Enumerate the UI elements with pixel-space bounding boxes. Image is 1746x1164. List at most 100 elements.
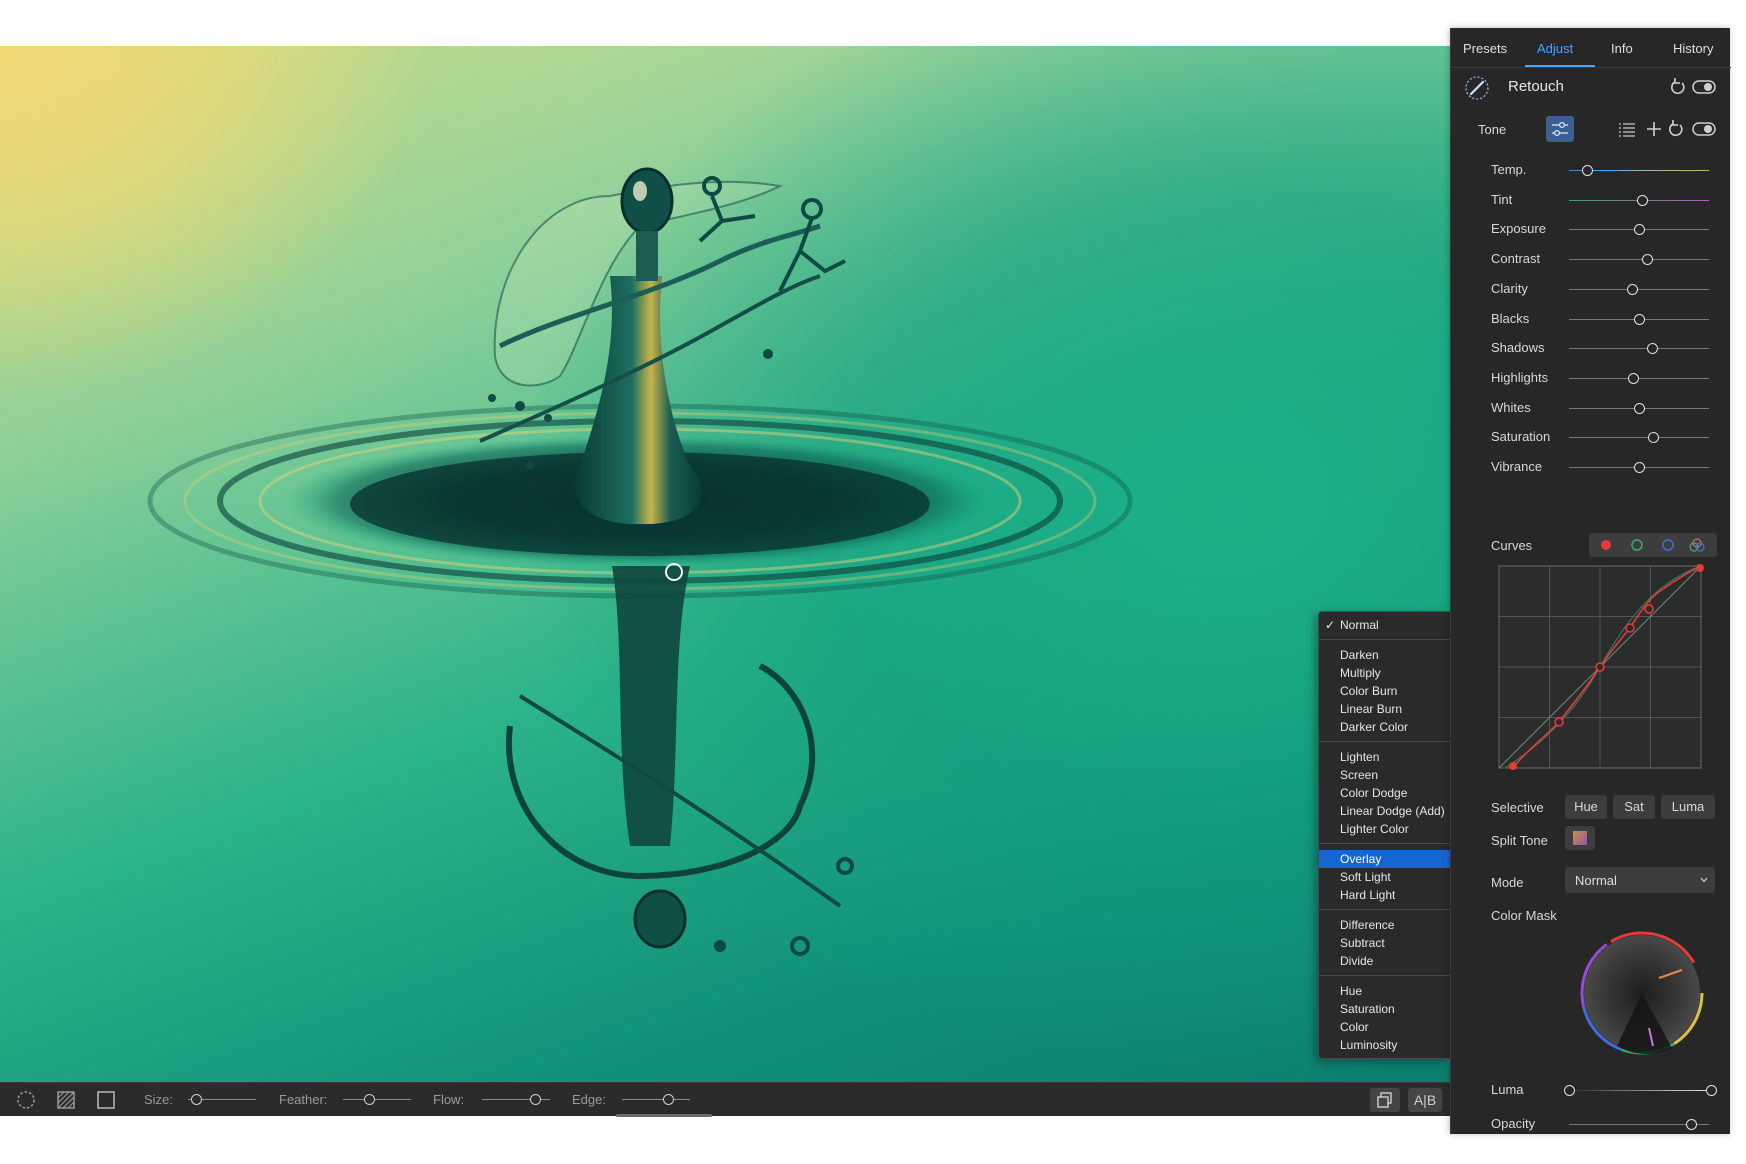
slider-knob[interactable]	[1648, 432, 1659, 443]
blend-mode-item[interactable]: Screen	[1319, 766, 1450, 784]
slider-knob[interactable]	[1642, 254, 1654, 265]
blend-mode-label: Color Burn	[1340, 684, 1398, 698]
blend-mode-item[interactable]: Darker Color	[1319, 718, 1450, 736]
size-slider-knob[interactable]	[191, 1094, 203, 1105]
slider-knob[interactable]	[1627, 284, 1638, 295]
blend-mode-item[interactable]: Overlay	[1319, 850, 1450, 868]
luma-high-knob[interactable]	[1706, 1085, 1717, 1096]
slider-knob[interactable]	[1636, 195, 1648, 206]
mode-select[interactable]: Normal	[1565, 867, 1715, 893]
reset-icon[interactable]	[1667, 76, 1689, 98]
edge-slider[interactable]	[622, 1094, 690, 1105]
slider-knob[interactable]	[1646, 343, 1658, 354]
blend-mode-label: Screen	[1340, 768, 1379, 782]
blend-mode-label: Hard Light	[1340, 888, 1396, 902]
tone-slider[interactable]	[1569, 165, 1709, 176]
tone-slider[interactable]	[1569, 373, 1709, 384]
tone-slider[interactable]	[1569, 254, 1709, 265]
visibility-toggle-icon[interactable]	[1691, 76, 1717, 98]
blend-mode-item[interactable]: Subtract	[1319, 934, 1450, 952]
tab-history[interactable]: History	[1673, 41, 1713, 56]
flow-slider-knob[interactable]	[530, 1094, 542, 1105]
tab-info[interactable]: Info	[1611, 41, 1633, 56]
blend-mode-item[interactable]: Divide	[1319, 952, 1450, 970]
slider-knob[interactable]	[1634, 224, 1645, 235]
overlay-toggle-button[interactable]	[1370, 1088, 1400, 1112]
blend-mode-item[interactable]: Color Burn	[1319, 682, 1450, 700]
section-reset-icon[interactable]	[1665, 118, 1687, 140]
curves-graph[interactable]	[1495, 562, 1705, 772]
selective-sat-button[interactable]: Sat	[1613, 795, 1655, 819]
section-visibility-icon[interactable]	[1691, 118, 1717, 140]
curve-point	[1644, 604, 1654, 614]
compare-button[interactable]: A|B	[1408, 1088, 1442, 1112]
active-tab-indicator	[1525, 65, 1595, 67]
tab-adjust[interactable]: Adjust	[1537, 41, 1573, 56]
feather-slider-knob[interactable]	[363, 1094, 375, 1105]
opacity-knob[interactable]	[1685, 1119, 1697, 1130]
slider-knob[interactable]	[1634, 403, 1645, 414]
luma-range-slider[interactable]	[1564, 1085, 1717, 1096]
menu-separator	[1319, 741, 1450, 742]
tab-presets[interactable]: Presets	[1463, 41, 1507, 56]
blend-mode-item[interactable]: Hard Light	[1319, 886, 1450, 904]
tone-slider[interactable]	[1569, 195, 1709, 206]
selective-hue-button[interactable]: Hue	[1565, 795, 1607, 819]
add-icon[interactable]	[1643, 118, 1665, 140]
tone-slider[interactable]	[1569, 462, 1709, 473]
blend-mode-label: Linear Dodge (Add)	[1340, 804, 1445, 818]
luma-label: Luma	[1491, 1082, 1524, 1097]
luma-low-knob[interactable]	[1564, 1085, 1575, 1096]
flow-slider[interactable]	[482, 1094, 550, 1105]
blend-mode-item[interactable]: ✓ Normal	[1319, 616, 1450, 634]
blend-mode-item[interactable]: Linear Burn	[1319, 700, 1450, 718]
blend-mode-label: Multiply	[1340, 666, 1381, 680]
blend-mode-label: Linear Burn	[1340, 702, 1403, 716]
blue-channel-icon	[1662, 539, 1674, 551]
split-tone-swatch-button[interactable]	[1565, 826, 1595, 850]
slider-knob[interactable]	[1634, 462, 1645, 473]
tone-slider[interactable]	[1569, 224, 1709, 235]
opacity-slider[interactable]	[1569, 1119, 1709, 1130]
blend-mode-label: Color Dodge	[1340, 786, 1408, 800]
square-mask-icon[interactable]	[96, 1090, 116, 1110]
slider-knob[interactable]	[1582, 165, 1594, 176]
blend-mode-item[interactable]: Lighter Color	[1319, 820, 1450, 838]
blend-mode-item[interactable]: Color	[1319, 1018, 1450, 1036]
selective-luma-button[interactable]: Luma	[1661, 795, 1715, 819]
tone-slider[interactable]	[1569, 314, 1709, 325]
slider-knob[interactable]	[1634, 314, 1645, 325]
curve-channel-selector[interactable]	[1589, 533, 1717, 557]
blend-mode-menu[interactable]: ✓ Normal Darken Multiply Color Burn Linear Bu…	[1318, 611, 1450, 1059]
color-mask-wheel[interactable]	[1577, 928, 1707, 1058]
tone-slider[interactable]	[1569, 284, 1709, 295]
tone-slider[interactable]	[1569, 343, 1709, 354]
list-icon[interactable]	[1617, 118, 1639, 140]
blend-mode-item[interactable]: Lighten	[1319, 748, 1450, 766]
blend-mode-label: Lighten	[1340, 750, 1380, 764]
blend-mode-item[interactable]: Luminosity	[1319, 1036, 1450, 1054]
edge-slider-knob[interactable]	[663, 1094, 675, 1105]
slider-label: Contrast	[1491, 251, 1541, 266]
blend-mode-item[interactable]: Hue	[1319, 982, 1450, 1000]
app-window: ✓ Normal Darken Multiply Color Burn Linear Bu…	[0, 0, 1746, 1164]
slider-knob[interactable]	[1628, 373, 1640, 384]
size-slider[interactable]	[188, 1094, 256, 1105]
blend-mode-item[interactable]: Darken	[1319, 646, 1450, 664]
sliders-mode-button[interactable]	[1546, 116, 1574, 142]
blend-mode-item[interactable]: Soft Light	[1319, 868, 1450, 886]
blend-mode-item[interactable]: Linear Dodge (Add)	[1319, 802, 1450, 820]
mode-select-value: Normal	[1575, 873, 1617, 888]
blend-mode-item[interactable]: Saturation	[1319, 1000, 1450, 1018]
opacity-label: Opacity	[1491, 1116, 1536, 1131]
blend-mode-item[interactable]: Difference	[1319, 916, 1450, 934]
blend-mode-item[interactable]: Multiply	[1319, 664, 1450, 682]
brush-circle-icon[interactable]	[16, 1090, 36, 1110]
blend-mode-item[interactable]: Color Dodge	[1319, 784, 1450, 802]
tone-slider[interactable]	[1569, 403, 1709, 414]
slider-label: Clarity	[1491, 281, 1528, 296]
hatch-fill-icon[interactable]	[56, 1090, 76, 1110]
feather-slider[interactable]	[343, 1094, 411, 1105]
photo-canvas[interactable]: ✓ Normal Darken Multiply Color Burn Linear Bu…	[0, 46, 1450, 1082]
tone-slider[interactable]	[1569, 432, 1709, 443]
